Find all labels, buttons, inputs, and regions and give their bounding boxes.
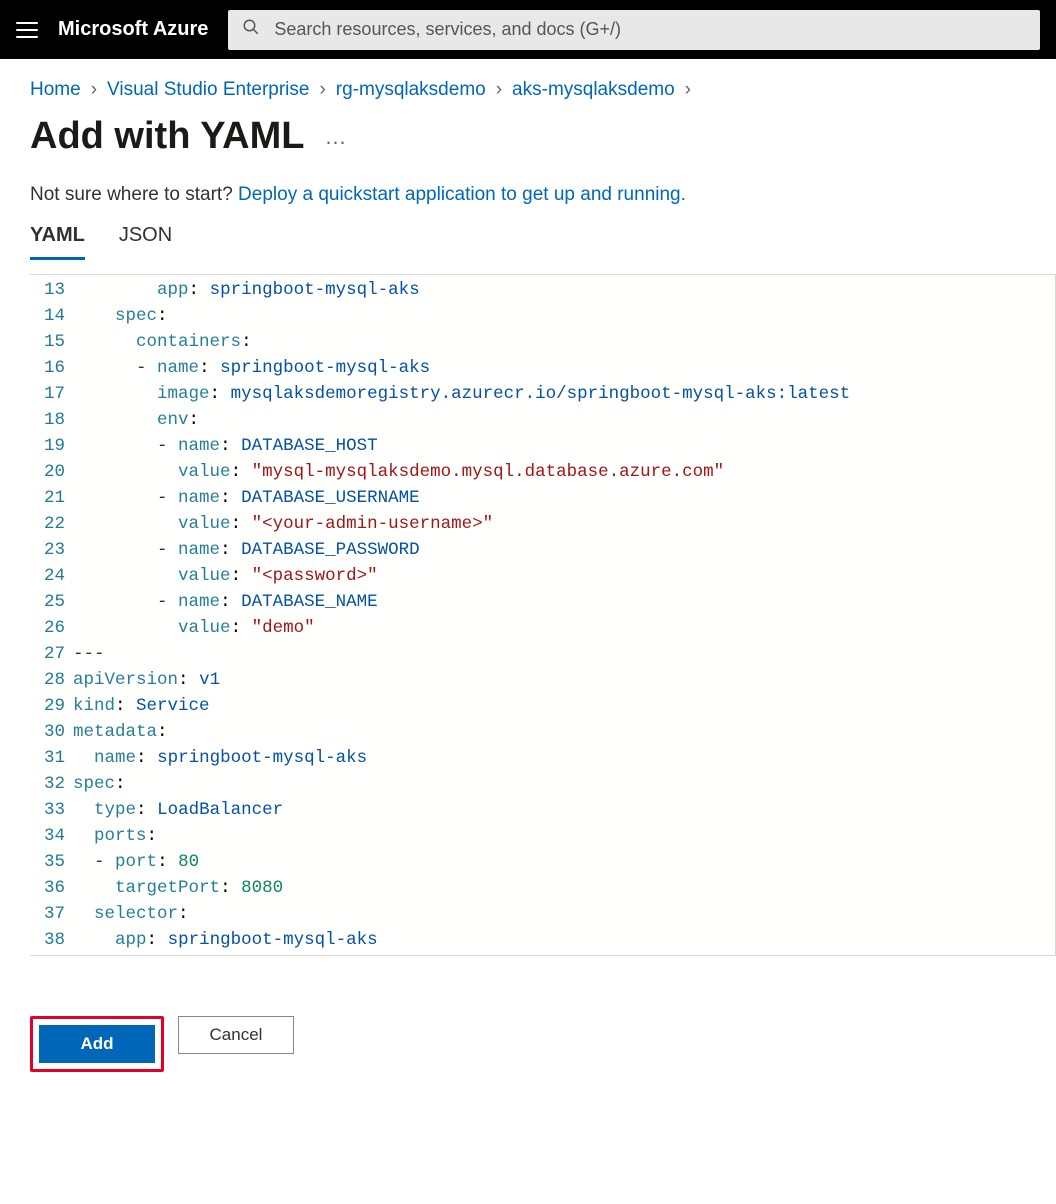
code-line[interactable]: targetPort: 8080: [73, 875, 850, 901]
code-line[interactable]: spec:: [73, 771, 850, 797]
code-line[interactable]: - name: DATABASE_USERNAME: [73, 485, 850, 511]
code-line[interactable]: spec:: [73, 303, 850, 329]
quickstart-link[interactable]: Deploy a quickstart application to get u…: [238, 184, 686, 205]
code-line[interactable]: value: "demo": [73, 615, 850, 641]
line-number: 24: [44, 563, 65, 589]
add-button-highlight: Add: [30, 1016, 164, 1072]
chevron-right-icon: ›: [496, 79, 502, 101]
code-line[interactable]: image: mysqlaksdemoregistry.azurecr.io/s…: [73, 381, 850, 407]
breadcrumb-resource-group[interactable]: rg-mysqlaksdemo: [336, 79, 486, 101]
code-line[interactable]: app: springboot-mysql-aks: [73, 927, 850, 953]
add-button[interactable]: Add: [39, 1025, 155, 1063]
line-number: 30: [44, 719, 65, 745]
code-line[interactable]: value: "<password>": [73, 563, 850, 589]
chevron-right-icon: ›: [685, 79, 691, 101]
breadcrumb-subscription[interactable]: Visual Studio Enterprise: [107, 79, 309, 101]
code-line[interactable]: value: "mysql-mysqlaksdemo.mysql.databas…: [73, 459, 850, 485]
line-number: 15: [44, 329, 65, 355]
code-line[interactable]: containers:: [73, 329, 850, 355]
tabs: YAML JSON: [0, 224, 1056, 260]
code-line[interactable]: ---: [73, 641, 850, 667]
search-input[interactable]: [274, 19, 1026, 40]
help-line-text: Not sure where to start?: [30, 184, 238, 205]
line-number: 16: [44, 355, 65, 381]
global-search[interactable]: [228, 10, 1040, 50]
line-number: 35: [44, 849, 65, 875]
line-number: 31: [44, 745, 65, 771]
line-number: 20: [44, 459, 65, 485]
brand-title: Microsoft Azure: [58, 18, 208, 41]
code-line[interactable]: - port: 80: [73, 849, 850, 875]
code-line[interactable]: - name: DATABASE_NAME: [73, 589, 850, 615]
code-line[interactable]: apiVersion: v1: [73, 667, 850, 693]
search-icon: [242, 18, 260, 41]
code-line[interactable]: ports:: [73, 823, 850, 849]
line-number-gutter: 1314151617181920212223242526272829303132…: [30, 275, 73, 955]
help-line: Not sure where to start? Deploy a quicks…: [0, 184, 1056, 224]
code-line[interactable]: - name: DATABASE_HOST: [73, 433, 850, 459]
code-line[interactable]: value: "<your-admin-username>": [73, 511, 850, 537]
code-line[interactable]: name: springboot-mysql-aks: [73, 745, 850, 771]
topbar: Microsoft Azure: [0, 0, 1056, 59]
code-line[interactable]: app: springboot-mysql-aks: [73, 277, 850, 303]
line-number: 28: [44, 667, 65, 693]
tab-yaml[interactable]: YAML: [30, 224, 85, 260]
line-number: 34: [44, 823, 65, 849]
line-number: 29: [44, 693, 65, 719]
breadcrumb: Home › Visual Studio Enterprise › rg-mys…: [0, 59, 1056, 111]
chevron-right-icon: ›: [91, 79, 97, 101]
chevron-right-icon: ›: [319, 79, 325, 101]
line-number: 14: [44, 303, 65, 329]
code-line[interactable]: selector:: [73, 901, 850, 927]
line-number: 13: [44, 277, 65, 303]
line-number: 26: [44, 615, 65, 641]
hamburger-menu-icon[interactable]: [16, 19, 38, 41]
tab-json[interactable]: JSON: [119, 224, 172, 260]
line-number: 17: [44, 381, 65, 407]
line-number: 37: [44, 901, 65, 927]
code-line[interactable]: type: LoadBalancer: [73, 797, 850, 823]
line-number: 27: [44, 641, 65, 667]
line-number: 33: [44, 797, 65, 823]
more-actions-icon[interactable]: …: [324, 126, 348, 148]
line-number: 19: [44, 433, 65, 459]
line-number: 25: [44, 589, 65, 615]
footer-actions: Add Cancel: [0, 956, 1056, 1112]
code-line[interactable]: - name: DATABASE_PASSWORD: [73, 537, 850, 563]
line-number: 18: [44, 407, 65, 433]
cancel-button[interactable]: Cancel: [178, 1016, 294, 1054]
line-number: 32: [44, 771, 65, 797]
code-line[interactable]: metadata:: [73, 719, 850, 745]
line-number: 36: [44, 875, 65, 901]
code-line[interactable]: - name: springboot-mysql-aks: [73, 355, 850, 381]
line-number: 21: [44, 485, 65, 511]
line-number: 23: [44, 537, 65, 563]
yaml-editor[interactable]: 1314151617181920212223242526272829303132…: [30, 274, 1056, 956]
code-area[interactable]: app: springboot-mysql-aks spec: containe…: [73, 275, 858, 955]
page-title: Add with YAML: [30, 115, 304, 158]
code-line[interactable]: kind: Service: [73, 693, 850, 719]
code-line[interactable]: env:: [73, 407, 850, 433]
line-number: 38: [44, 927, 65, 953]
breadcrumb-home[interactable]: Home: [30, 79, 81, 101]
line-number: 22: [44, 511, 65, 537]
breadcrumb-cluster[interactable]: aks-mysqlaksdemo: [512, 79, 675, 101]
